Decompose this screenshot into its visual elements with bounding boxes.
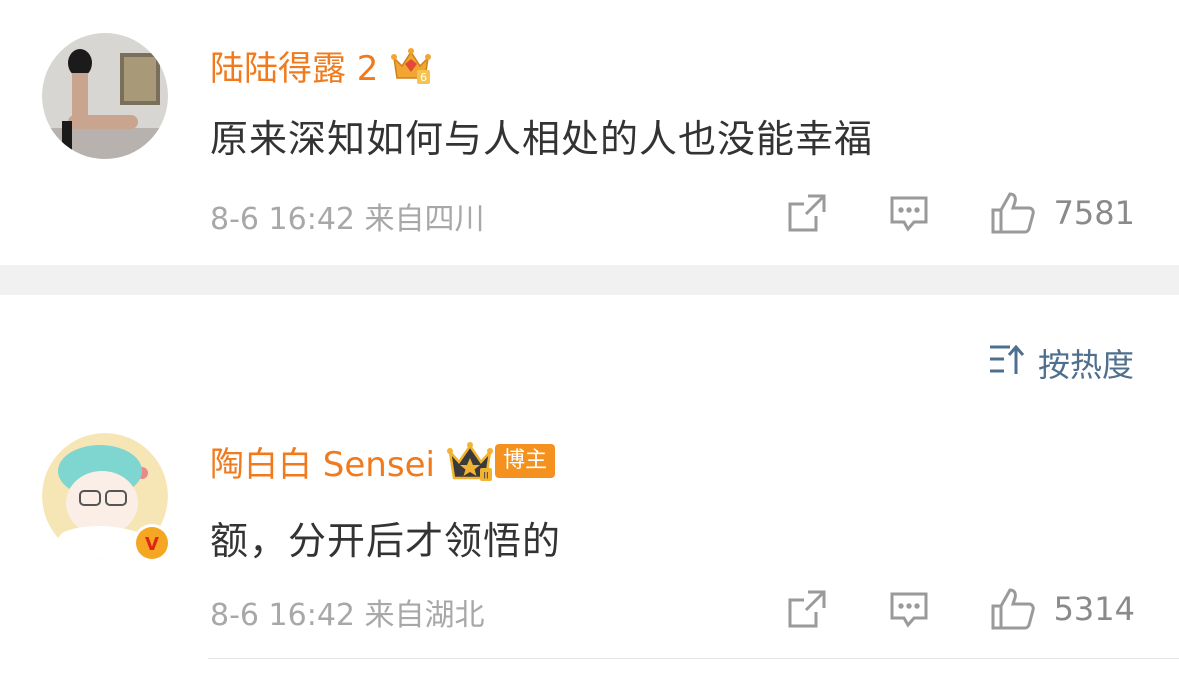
sort-toggle[interactable]: 按热度 xyxy=(988,340,1134,386)
username-text[interactable]: 陶白白 Sensei xyxy=(210,437,435,486)
comment-text: 额，分开后才领悟的 xyxy=(210,519,562,563)
username-text[interactable]: 陆陆得露 2 xyxy=(210,41,378,90)
level-badge: 6 xyxy=(420,71,427,84)
verified-mark: V xyxy=(145,534,159,555)
comment-actions: 5314 xyxy=(786,586,1135,632)
sort-label[interactable]: 按热度 xyxy=(1038,340,1134,386)
like-icon[interactable] xyxy=(990,190,1036,236)
share-icon[interactable] xyxy=(786,588,828,630)
comment-item: 陆陆得露 2 6 原来深知如何与人相处的人也没能幸福 8-6 16:42 来自四… xyxy=(0,0,1179,265)
username[interactable]: 陶白白 Sensei II 博主 xyxy=(210,437,555,486)
comment-text: 原来深知如何与人相处的人也没能幸福 xyxy=(210,117,874,161)
comment-item: V 陶白白 Sensei II 博主 额，分开后才领悟的 8-6 16:42 来… xyxy=(0,400,1179,677)
share-icon[interactable] xyxy=(786,192,828,234)
like-icon[interactable] xyxy=(990,586,1036,632)
crown-icon: II xyxy=(446,440,493,482)
sort-icon xyxy=(988,342,1026,384)
level-badge: II xyxy=(483,472,488,482)
section-divider xyxy=(0,265,1179,295)
reply-icon[interactable] xyxy=(888,588,930,630)
blogger-badge: 博主 xyxy=(494,444,555,478)
comment-meta: 8-6 16:42 来自湖北 xyxy=(210,598,485,633)
avatar[interactable] xyxy=(42,33,168,159)
like-count: 7581 xyxy=(1053,194,1135,232)
reply-icon[interactable] xyxy=(888,192,930,234)
divider xyxy=(208,658,1179,659)
crown-icon: 6 xyxy=(390,44,432,86)
comment-meta: 8-6 16:42 来自四川 xyxy=(210,202,485,237)
verified-icon: V xyxy=(132,523,172,563)
avatar[interactable]: V xyxy=(42,433,171,562)
like-count: 5314 xyxy=(1053,590,1135,628)
username[interactable]: 陆陆得露 2 6 xyxy=(210,41,432,90)
comment-actions: 7581 xyxy=(786,190,1135,236)
